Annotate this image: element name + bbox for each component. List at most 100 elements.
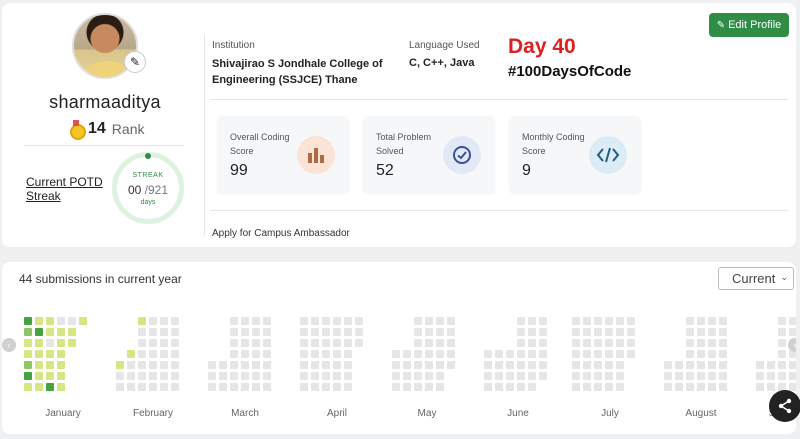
- heatmap-cell[interactable]: [594, 361, 602, 369]
- heatmap-cell[interactable]: [605, 372, 613, 380]
- heatmap-cell[interactable]: [403, 361, 411, 369]
- heatmap-cell[interactable]: [127, 383, 135, 391]
- heatmap-cell[interactable]: [697, 317, 705, 325]
- heatmap-cell[interactable]: [572, 361, 580, 369]
- heatmap-cell[interactable]: [392, 372, 400, 380]
- heatmap-cell[interactable]: [616, 350, 624, 358]
- heatmap-cell[interactable]: [778, 361, 786, 369]
- heatmap-cell[interactable]: [311, 328, 319, 336]
- heatmap-cell[interactable]: [322, 383, 330, 391]
- heatmap-cell[interactable]: [528, 383, 536, 391]
- heatmap-cell[interactable]: [627, 350, 635, 358]
- heatmap-cell[interactable]: [425, 339, 433, 347]
- heatmap-cell[interactable]: [241, 350, 249, 358]
- heatmap-cell[interactable]: [616, 339, 624, 347]
- heatmap-cell[interactable]: [719, 372, 727, 380]
- heatmap-cell[interactable]: [708, 328, 716, 336]
- heatmap-cell[interactable]: [539, 361, 547, 369]
- heatmap-cell[interactable]: [778, 328, 786, 336]
- heatmap-cell[interactable]: [675, 383, 683, 391]
- heatmap-cell[interactable]: [414, 339, 422, 347]
- heatmap-cell[interactable]: [160, 350, 168, 358]
- heatmap-cell[interactable]: [230, 383, 238, 391]
- heatmap-cell[interactable]: [344, 350, 352, 358]
- heatmap-cell[interactable]: [241, 383, 249, 391]
- heatmap-cell[interactable]: [219, 372, 227, 380]
- heatmap-cell[interactable]: [322, 350, 330, 358]
- heatmap-cell[interactable]: [300, 361, 308, 369]
- heatmap-cell[interactable]: [57, 317, 65, 325]
- heatmap-cell[interactable]: [252, 350, 260, 358]
- heatmap-cell[interactable]: [171, 339, 179, 347]
- heatmap-cell[interactable]: [528, 339, 536, 347]
- heatmap-cell[interactable]: [627, 328, 635, 336]
- heatmap-cell[interactable]: [46, 361, 54, 369]
- heatmap-cell[interactable]: [572, 383, 580, 391]
- heatmap-cell[interactable]: [208, 383, 216, 391]
- heatmap-cell[interactable]: [572, 339, 580, 347]
- heatmap-cell[interactable]: [675, 361, 683, 369]
- heatmap-cell[interactable]: [300, 317, 308, 325]
- heatmap-cell[interactable]: [300, 372, 308, 380]
- heatmap-cell[interactable]: [35, 317, 43, 325]
- heatmap-cell[interactable]: [263, 339, 271, 347]
- heatmap-cell[interactable]: [160, 317, 168, 325]
- heatmap-cell[interactable]: [594, 383, 602, 391]
- heatmap-cell[interactable]: [778, 350, 786, 358]
- heatmap-cell[interactable]: [344, 328, 352, 336]
- heatmap-cell[interactable]: [605, 328, 613, 336]
- heatmap-cell[interactable]: [149, 339, 157, 347]
- heatmap-cell[interactable]: [35, 350, 43, 358]
- heatmap-cell[interactable]: [24, 383, 32, 391]
- heatmap-cell[interactable]: [528, 361, 536, 369]
- heatmap-cell[interactable]: [149, 361, 157, 369]
- heatmap-cell[interactable]: [697, 350, 705, 358]
- heatmap-cell[interactable]: [414, 372, 422, 380]
- heatmap-cell[interactable]: [322, 339, 330, 347]
- heatmap-cell[interactable]: [252, 339, 260, 347]
- heatmap-cell[interactable]: [392, 361, 400, 369]
- heatmap-cell[interactable]: [594, 339, 602, 347]
- heatmap-cell[interactable]: [616, 361, 624, 369]
- heatmap-cell[interactable]: [403, 350, 411, 358]
- heatmap-cell[interactable]: [171, 361, 179, 369]
- heatmap-cell[interactable]: [24, 361, 32, 369]
- heatmap-cell[interactable]: [138, 350, 146, 358]
- heatmap-cell[interactable]: [333, 328, 341, 336]
- heatmap-cell[interactable]: [344, 383, 352, 391]
- heatmap-cell[interactable]: [24, 350, 32, 358]
- heatmap-cell[interactable]: [24, 328, 32, 336]
- heatmap-cell[interactable]: [344, 361, 352, 369]
- heatmap-cell[interactable]: [697, 339, 705, 347]
- heatmap-cell[interactable]: [322, 372, 330, 380]
- heatmap-cell[interactable]: [414, 383, 422, 391]
- heatmap-cell[interactable]: [116, 372, 124, 380]
- heatmap-cell[interactable]: [414, 361, 422, 369]
- heatmap-cell[interactable]: [300, 339, 308, 347]
- heatmap-cell[interactable]: [171, 372, 179, 380]
- heatmap-cell[interactable]: [230, 339, 238, 347]
- heatmap-cell[interactable]: [57, 372, 65, 380]
- heatmap-cell[interactable]: [756, 372, 764, 380]
- heatmap-cell[interactable]: [241, 361, 249, 369]
- heatmap-cell[interactable]: [583, 361, 591, 369]
- heatmap-cell[interactable]: [263, 317, 271, 325]
- heatmap-cell[interactable]: [572, 328, 580, 336]
- heatmap-cell[interactable]: [252, 361, 260, 369]
- heatmap-cell[interactable]: [627, 317, 635, 325]
- heatmap-cell[interactable]: [719, 339, 727, 347]
- heatmap-cell[interactable]: [767, 372, 775, 380]
- heatmap-cell[interactable]: [436, 328, 444, 336]
- heatmap-cell[interactable]: [24, 339, 32, 347]
- heatmap-cell[interactable]: [506, 372, 514, 380]
- heatmap-cell[interactable]: [605, 317, 613, 325]
- heatmap-cell[interactable]: [57, 383, 65, 391]
- edit-profile-button[interactable]: ✎ Edit Profile: [709, 13, 789, 37]
- heatmap-cell[interactable]: [355, 339, 363, 347]
- heatmap-cell[interactable]: [517, 383, 525, 391]
- heatmap-cell[interactable]: [789, 361, 796, 369]
- heatmap-cell[interactable]: [583, 372, 591, 380]
- heatmap-cell[interactable]: [778, 372, 786, 380]
- heatmap-cell[interactable]: [436, 361, 444, 369]
- heatmap-cell[interactable]: [616, 317, 624, 325]
